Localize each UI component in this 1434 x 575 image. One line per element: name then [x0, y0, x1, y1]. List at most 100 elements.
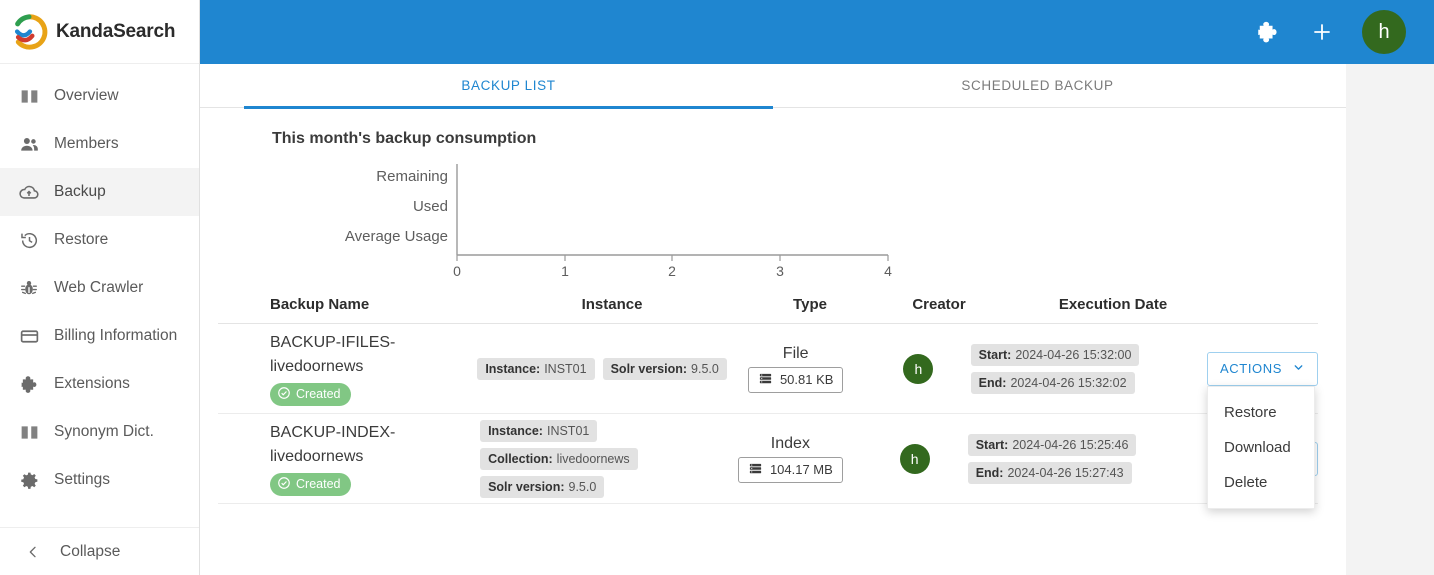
column-header-instance: Instance — [581, 296, 643, 313]
backup-table: Backup Name Instance Type Creator Execut… — [218, 286, 1319, 509]
chip-value: 9.5.0 — [568, 479, 597, 494]
sidebar-item-label: Settings — [54, 471, 111, 488]
size-box: 50.81 KB — [747, 366, 844, 393]
sidebar-item-members[interactable]: Members — [0, 120, 199, 168]
instance-cell: Instance: INST01 Solr version: 9.5.0 — [477, 357, 727, 380]
menu-item-delete[interactable]: Delete — [1208, 465, 1314, 500]
actions-button-label: ACTIONS — [1220, 361, 1282, 376]
avatar: h — [899, 443, 930, 474]
chip-start: Start: 2024-04-26 15:25:46 — [967, 433, 1137, 456]
column-header-execution-date: Execution Date — [1058, 296, 1168, 313]
sidebar-item-label: Restore — [54, 231, 109, 248]
chip-instance: Instance: INST01 — [477, 357, 595, 380]
sidebar-item-web-crawler[interactable]: Web Crawler — [0, 264, 199, 312]
backup-name-text: BACKUP-INDEX-livedoornews — [270, 424, 396, 465]
backup-name-cell: BACKUP-IFILES-livedoornews Created — [218, 331, 477, 406]
status-badge: Created — [270, 382, 352, 406]
sidebar-collapse-label: Collapse — [60, 542, 121, 560]
sidebar-item-billing-information[interactable]: Billing Information — [0, 312, 199, 360]
server-icon — [758, 371, 773, 389]
puzzle-icon — [18, 373, 40, 395]
check-circle-icon — [277, 476, 291, 493]
chart-xtick-label: 4 — [884, 263, 892, 278]
sidebar-item-extensions[interactable]: Extensions — [0, 360, 199, 408]
chip-collection: Collection: livedoornews — [480, 447, 638, 470]
main-content: BACKUP LIST SCHEDULED BACKUP This month'… — [200, 64, 1434, 575]
chip-value: livedoornews — [556, 451, 630, 466]
sidebar-item-restore[interactable]: Restore — [0, 216, 199, 264]
avatar: h — [903, 353, 934, 384]
actions-cell: ACTIONS Restore Download Delete — [1197, 351, 1318, 509]
book-icon — [18, 85, 40, 107]
credit-card-icon — [18, 325, 40, 347]
server-icon — [748, 461, 763, 479]
table-header-row: Backup Name Instance Type Creator Execut… — [218, 286, 1318, 324]
column-header-backup-name: Backup Name — [270, 296, 370, 313]
avatar-initial: h — [914, 360, 923, 377]
sidebar-item-backup[interactable]: Backup — [0, 168, 199, 216]
avatar-initial: h — [910, 450, 919, 467]
tab-bar: BACKUP LIST SCHEDULED BACKUP — [200, 64, 1346, 109]
type-label: File — [782, 344, 809, 362]
chevron-down-icon — [1292, 361, 1305, 377]
chip-value: 2024-04-26 15:32:00 — [1015, 347, 1132, 362]
chip-key: Instance: — [485, 361, 541, 376]
kandasearch-logo-icon — [10, 13, 48, 51]
chevron-left-icon — [22, 541, 44, 563]
actions-button[interactable]: ACTIONS — [1207, 351, 1318, 386]
chip-key: Solr version: — [610, 361, 688, 376]
puzzle-icon[interactable] — [1254, 18, 1282, 46]
menu-item-download[interactable]: Download — [1208, 430, 1314, 465]
chip-instance: Instance: INST01 — [480, 419, 598, 442]
type-cell: Index 104.17 MB — [719, 435, 862, 483]
creator-cell: h — [866, 353, 971, 384]
sidebar-item-overview[interactable]: Overview — [0, 72, 199, 120]
chart-xtick-label: 3 — [776, 263, 784, 278]
tab-backup-list[interactable]: BACKUP LIST — [244, 64, 773, 109]
table-row: BACKUP-IFILES-livedoornews Created Insta… — [218, 324, 1318, 509]
chip-key: Instance: — [488, 423, 543, 438]
tab-scheduled-backup[interactable]: SCHEDULED BACKUP — [773, 64, 1302, 109]
chip-value: INST01 — [546, 423, 590, 438]
sidebar-collapse-button[interactable]: Collapse — [0, 527, 199, 575]
chip-key: Start: — [978, 347, 1012, 362]
people-icon — [18, 133, 40, 155]
plus-icon[interactable] — [1308, 18, 1336, 46]
chart-xtick-label: 0 — [453, 263, 461, 278]
check-circle-icon — [277, 386, 291, 403]
chip-key: Start: — [975, 437, 1009, 452]
instance-cell: Instance: INST01 Collection: livedoornews … — [480, 419, 719, 498]
chart-xtick-label: 2 — [668, 263, 676, 278]
column-header-type: Type — [793, 296, 827, 313]
tab-label: BACKUP LIST — [461, 77, 556, 93]
chip-value: INST01 — [544, 361, 587, 376]
sidebar-item-synonym-dict[interactable]: Synonym Dict. — [0, 408, 199, 456]
menu-item-restore[interactable]: Restore — [1208, 395, 1314, 430]
size-box: 104.17 MB — [737, 456, 843, 483]
chip-value: 9.5.0 — [691, 361, 719, 376]
brand[interactable]: KandaSearch — [0, 0, 199, 64]
type-label: Index — [770, 434, 810, 452]
status-badge-label: Created — [296, 387, 341, 402]
sidebar-item-label: Extensions — [54, 375, 130, 392]
table-row: BACKUP-INDEX-livedoornews Created Instan… — [218, 414, 1319, 504]
actions-dropdown-wrapper: ACTIONS Restore Download Delete — [1207, 351, 1318, 509]
sidebar-item-label: Members — [54, 135, 119, 152]
chip-value: 2024-04-26 15:27:43 — [1007, 465, 1124, 480]
chart-ytick-label: Average Usage — [345, 228, 448, 245]
sidebar-item-label: Backup — [54, 183, 106, 200]
backup-name-text: BACKUP-IFILES-livedoornews — [270, 334, 396, 375]
book-icon — [18, 421, 40, 443]
chip-row: Instance: INST01 Solr version: 9.5.0 — [477, 357, 727, 380]
chip-key: Collection: — [488, 451, 553, 466]
chip-value: 2024-04-26 15:25:46 — [1012, 437, 1129, 452]
sidebar-item-settings[interactable]: Settings — [0, 456, 199, 504]
avatar-initial: h — [1378, 20, 1390, 43]
consumption-title: This month's backup consumption — [272, 130, 537, 147]
chip-key: Solr version: — [488, 479, 565, 494]
avatar[interactable]: h — [1362, 10, 1406, 54]
chip-solr-version: Solr version: 9.5.0 — [480, 475, 605, 498]
tab-label: SCHEDULED BACKUP — [961, 77, 1114, 93]
status-badge-label: Created — [296, 477, 341, 492]
cloud-upload-icon — [18, 181, 40, 203]
